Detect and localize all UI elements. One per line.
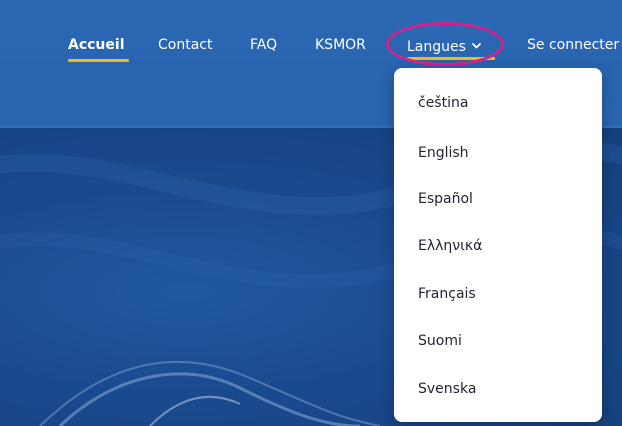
language-option-cestina[interactable]: čeština xyxy=(418,94,468,112)
language-option-suomi[interactable]: Suomi xyxy=(418,332,462,350)
nav-item-langues[interactable]: Langues xyxy=(407,36,481,56)
nav-item-langues-label: Langues xyxy=(407,39,466,55)
page: Accueil Contact FAQ KSMOR Langues Se con… xyxy=(0,0,622,426)
nav-item-faq[interactable]: FAQ xyxy=(250,36,277,54)
nav-item-contact[interactable]: Contact xyxy=(158,36,212,54)
nav-item-accueil[interactable]: Accueil xyxy=(68,36,125,54)
nav-item-se-connecter[interactable]: Se connecter xyxy=(527,36,619,54)
language-option-francais[interactable]: Français xyxy=(418,285,476,303)
language-option-english[interactable]: English xyxy=(418,144,469,162)
langues-nav-underline xyxy=(407,57,495,60)
language-option-svenska[interactable]: Svenska xyxy=(418,380,476,398)
nav-item-ksmor[interactable]: KSMOR xyxy=(315,36,366,54)
languages-dropdown-menu: čeština English Español Ελληνικά Françai… xyxy=(394,68,602,422)
chevron-down-icon xyxy=(472,36,481,54)
language-option-espanol[interactable]: Español xyxy=(418,190,473,208)
language-option-ellinika[interactable]: Ελληνικά xyxy=(418,237,482,255)
active-nav-underline xyxy=(68,59,129,62)
